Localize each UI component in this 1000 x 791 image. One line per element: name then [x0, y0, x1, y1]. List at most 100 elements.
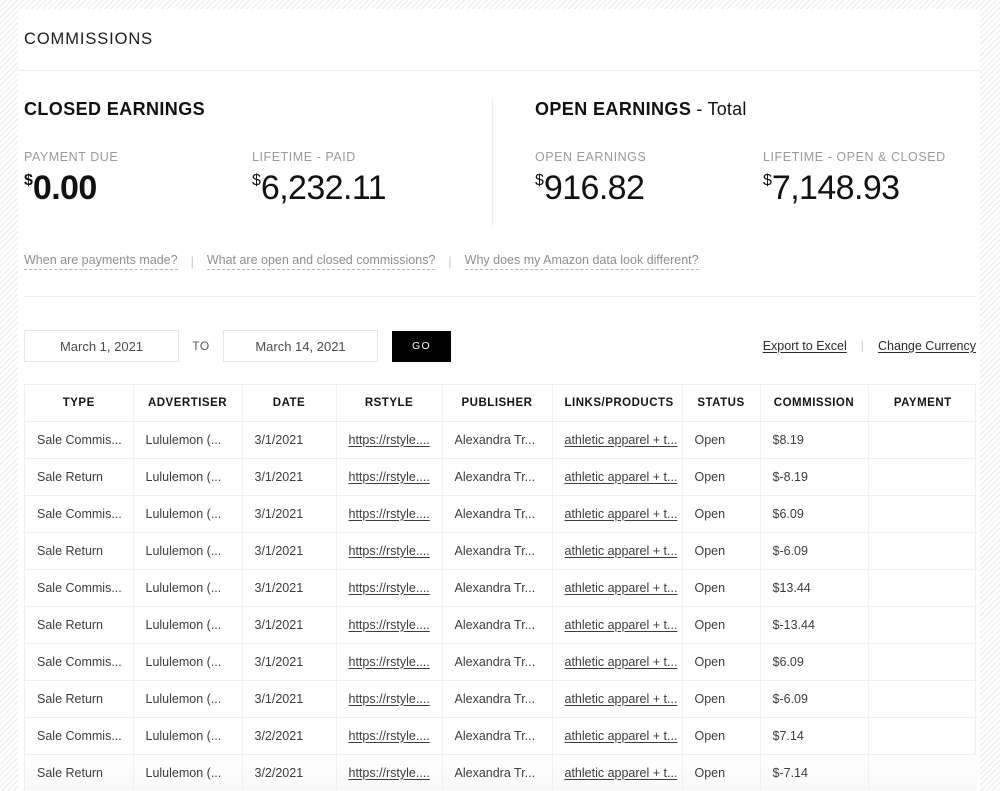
cell-links[interactable]: athletic apparel + t...	[552, 421, 683, 459]
column-header-rstyle[interactable]: RSTYLE	[336, 385, 443, 422]
cell-rstyle-link[interactable]: https://rstyle....	[349, 470, 430, 484]
faq-separator: |	[448, 254, 452, 269]
cell-links[interactable]: athletic apparel + t...	[552, 643, 683, 681]
table-body: Sale Commis... Lululemon (... 3/1/2021 http…	[25, 421, 977, 791]
cell-rstyle[interactable]: https://rstyle....	[336, 421, 443, 459]
cell-links[interactable]: athletic apparel + t...	[552, 680, 683, 718]
cell-rstyle-link[interactable]: https://rstyle....	[349, 618, 430, 632]
cell-publisher: Alexandra Tr...	[442, 421, 553, 459]
table-row[interactable]: Sale Return Lululemon (... 3/1/2021 https:/…	[25, 606, 977, 644]
cell-type: Sale Return	[25, 680, 134, 718]
change-currency-link[interactable]: Change Currency	[878, 339, 976, 353]
metric-value: $6,232.11	[252, 171, 492, 205]
commissions-page-card: COMMISSIONS CLOSED EARNINGS PAYMENT DUE …	[18, 9, 980, 791]
end-date-input[interactable]	[223, 330, 378, 362]
cell-type: Sale Commis...	[25, 421, 134, 459]
cell-rstyle[interactable]: https://rstyle....	[336, 532, 443, 570]
cell-payment	[868, 569, 977, 607]
cell-date: 3/1/2021	[242, 532, 337, 570]
cell-links[interactable]: athletic apparel + t...	[552, 458, 683, 496]
faq-link-amazon-data[interactable]: Why does my Amazon data look different?	[464, 253, 699, 270]
metric-value: $916.82	[535, 171, 763, 205]
cell-status: Open	[682, 606, 761, 644]
faq-link-payments-made[interactable]: When are payments made?	[24, 253, 178, 270]
cell-rstyle[interactable]: https://rstyle....	[336, 643, 443, 681]
cell-type: Sale Commis...	[25, 569, 134, 607]
cell-links[interactable]: athletic apparel + t...	[552, 717, 683, 755]
cell-rstyle[interactable]: https://rstyle....	[336, 606, 443, 644]
cell-rstyle[interactable]: https://rstyle....	[336, 717, 443, 755]
open-earnings-pane: OPEN EARNINGS - Total OPEN EARNINGS $916…	[492, 99, 980, 227]
cell-rstyle-link[interactable]: https://rstyle....	[349, 507, 430, 521]
column-header-payment[interactable]: PAYMENT	[868, 385, 977, 422]
closed-earnings-metrics: PAYMENT DUE $0.00 LIFETIME - PAID $6,232…	[24, 150, 492, 205]
metric-label: LIFETIME - OPEN & CLOSED	[763, 150, 946, 164]
table-row[interactable]: Sale Return Lululemon (... 3/2/2021 https:/…	[25, 754, 977, 791]
cell-type: Sale Commis...	[25, 495, 134, 533]
table-row[interactable]: Sale Return Lululemon (... 3/1/2021 https:/…	[25, 532, 977, 570]
table-row[interactable]: Sale Commis... Lululemon (... 3/1/2021 http…	[25, 569, 977, 607]
column-header-links[interactable]: LINKS/PRODUCTS	[552, 385, 683, 422]
cell-rstyle[interactable]: https://rstyle....	[336, 458, 443, 496]
table-row[interactable]: Sale Return Lululemon (... 3/1/2021 https:/…	[25, 680, 977, 718]
currency-symbol: $	[24, 172, 33, 189]
cell-commission: $13.44	[760, 569, 869, 607]
export-to-excel-link[interactable]: Export to Excel	[763, 339, 847, 353]
cell-links-link[interactable]: athletic apparel + t...	[565, 692, 678, 706]
column-header-commission[interactable]: COMMISSION	[760, 385, 869, 422]
table-row[interactable]: Sale Commis... Lululemon (... 3/2/2021 http…	[25, 717, 977, 755]
cell-links-link[interactable]: athletic apparel + t...	[565, 470, 678, 484]
cell-commission: $-7.14	[760, 754, 869, 791]
column-header-type[interactable]: TYPE	[25, 385, 134, 422]
cell-rstyle-link[interactable]: https://rstyle....	[349, 766, 430, 780]
cell-links[interactable]: athletic apparel + t...	[552, 532, 683, 570]
table-row[interactable]: Sale Commis... Lululemon (... 3/1/2021 http…	[25, 421, 977, 459]
cell-links-link[interactable]: athletic apparel + t...	[565, 581, 678, 595]
cell-rstyle-link[interactable]: https://rstyle....	[349, 729, 430, 743]
cell-links-link[interactable]: athletic apparel + t...	[565, 618, 678, 632]
cell-links[interactable]: athletic apparel + t...	[552, 495, 683, 533]
cell-links-link[interactable]: athletic apparel + t...	[565, 655, 678, 669]
cell-status: Open	[682, 643, 761, 681]
table-row[interactable]: Sale Commis... Lululemon (... 3/1/2021 http…	[25, 495, 977, 533]
metric-open-earnings: OPEN EARNINGS $916.82	[535, 150, 763, 205]
cell-links-link[interactable]: athletic apparel + t...	[565, 544, 678, 558]
cell-links-link[interactable]: athletic apparel + t...	[565, 729, 678, 743]
cell-links[interactable]: athletic apparel + t...	[552, 606, 683, 644]
column-header-advertiser[interactable]: ADVERTISER	[133, 385, 243, 422]
cell-rstyle-link[interactable]: https://rstyle....	[349, 692, 430, 706]
cell-advertiser: Lululemon (...	[133, 606, 243, 644]
cell-payment	[868, 680, 977, 718]
table-row[interactable]: Sale Return Lululemon (... 3/1/2021 https:/…	[25, 458, 977, 496]
cell-rstyle[interactable]: https://rstyle....	[336, 569, 443, 607]
column-header-status[interactable]: STATUS	[682, 385, 761, 422]
cell-links-link[interactable]: athletic apparel + t...	[565, 507, 678, 521]
cell-links-link[interactable]: athletic apparel + t...	[565, 766, 678, 780]
column-header-publisher[interactable]: PUBLISHER	[442, 385, 553, 422]
metric-amount: 7,148.93	[771, 169, 900, 207]
go-button[interactable]: GO	[392, 330, 451, 362]
cell-rstyle-link[interactable]: https://rstyle....	[349, 433, 430, 447]
cell-rstyle[interactable]: https://rstyle....	[336, 495, 443, 533]
cell-publisher: Alexandra Tr...	[442, 717, 553, 755]
cell-links-link[interactable]: athletic apparel + t...	[565, 433, 678, 447]
table-row[interactable]: Sale Commis... Lululemon (... 3/1/2021 http…	[25, 643, 977, 681]
metric-lifetime-open-closed: LIFETIME - OPEN & CLOSED $7,148.93	[763, 150, 980, 205]
cell-date: 3/2/2021	[242, 754, 337, 791]
column-header-date[interactable]: DATE	[242, 385, 337, 422]
page-title: COMMISSIONS	[24, 30, 154, 48]
cell-rstyle[interactable]: https://rstyle....	[336, 754, 443, 791]
cell-links[interactable]: athletic apparel + t...	[552, 754, 683, 791]
cell-rstyle[interactable]: https://rstyle....	[336, 680, 443, 718]
cell-type: Sale Return	[25, 754, 134, 791]
cell-advertiser: Lululemon (...	[133, 569, 243, 607]
closed-earnings-pane: CLOSED EARNINGS PAYMENT DUE $0.00 LIFETI…	[18, 99, 492, 227]
cell-rstyle-link[interactable]: https://rstyle....	[349, 581, 430, 595]
faq-link-open-closed-commissions[interactable]: What are open and closed commissions?	[206, 253, 436, 270]
cell-rstyle-link[interactable]: https://rstyle....	[349, 544, 430, 558]
cell-publisher: Alexandra Tr...	[442, 643, 553, 681]
section-divider	[24, 296, 976, 297]
cell-links[interactable]: athletic apparel + t...	[552, 569, 683, 607]
cell-rstyle-link[interactable]: https://rstyle....	[349, 655, 430, 669]
start-date-input[interactable]	[24, 330, 179, 362]
